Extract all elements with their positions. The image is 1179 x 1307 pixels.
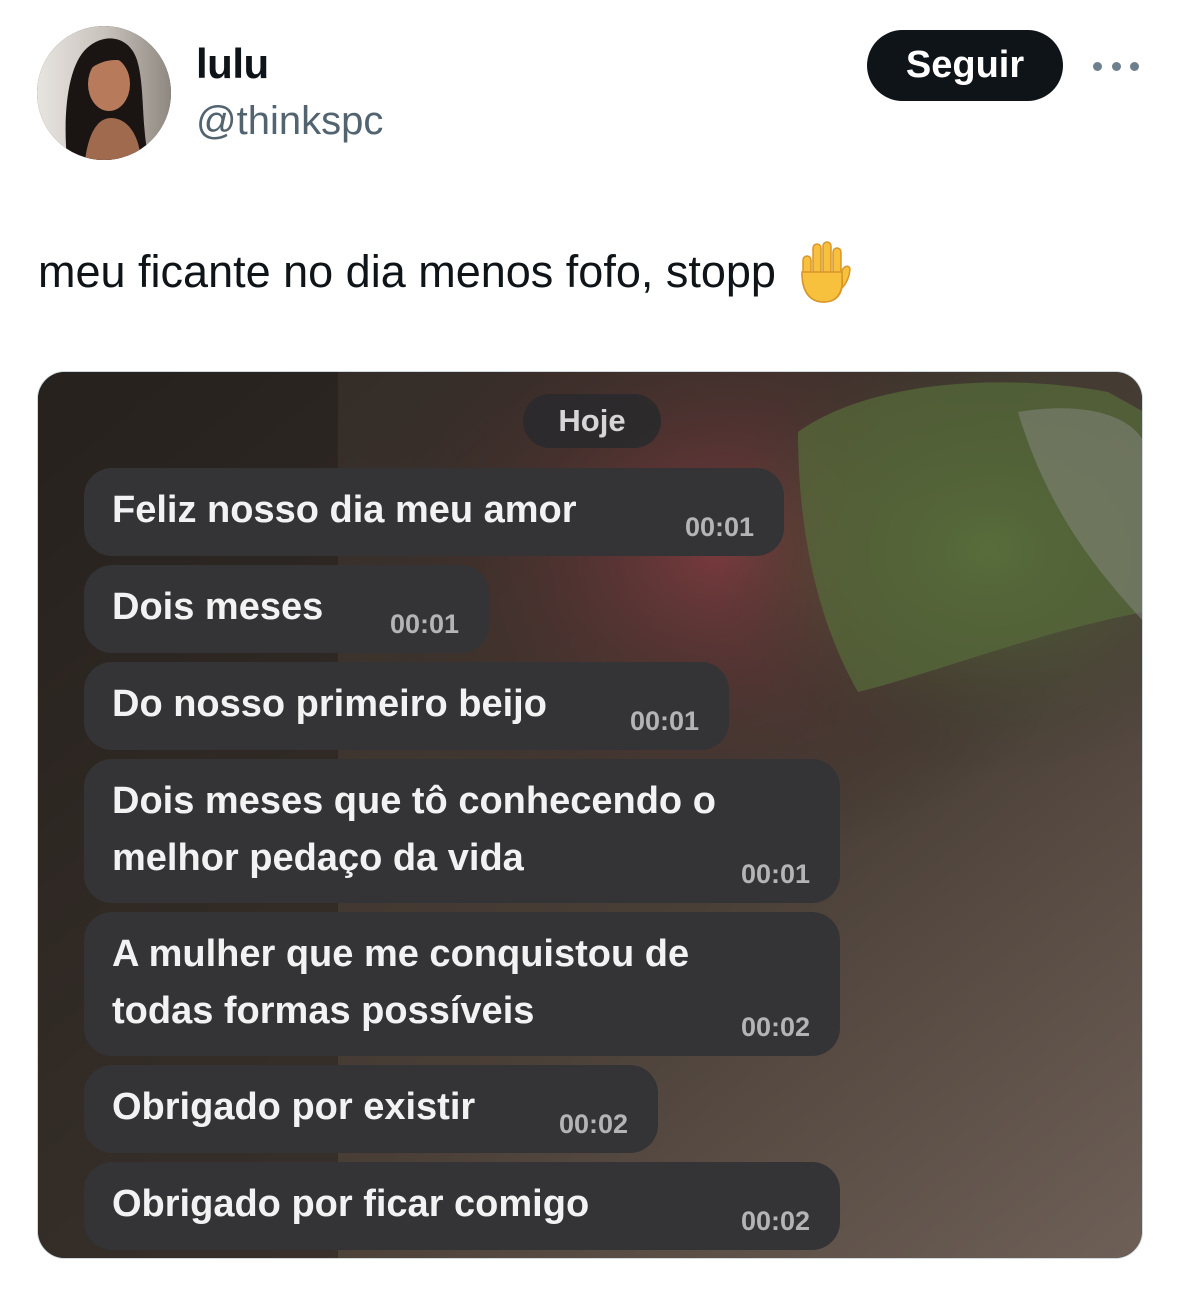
message-bubble[interactable]: Obrigado por existir 00:02: [84, 1065, 658, 1153]
message-bubble[interactable]: Obrigado por ficar comigo 00:02: [84, 1162, 840, 1250]
day-separator-badge: Hoje: [523, 394, 661, 448]
message-timestamp: 00:01: [389, 609, 459, 639]
follow-button[interactable]: Seguir: [867, 30, 1063, 101]
chat-screenshot[interactable]: Hoje Feliz nosso dia meu amor 00:01 Dois…: [37, 371, 1143, 1259]
message-bubble[interactable]: Dois meses 00:01: [84, 565, 489, 653]
tweet-body: meu ficante no dia menos fofo, stopp: [38, 246, 776, 297]
message-timestamp: 00:01: [740, 859, 810, 889]
message-bubble[interactable]: Dois meses que tô conhecendo o melhor pe…: [84, 759, 840, 903]
raised-hand-icon: [801, 241, 851, 303]
display-name[interactable]: lulu: [196, 40, 269, 88]
message-text: Feliz nosso dia meu amor: [112, 489, 577, 531]
message-timestamp: 00:02: [558, 1109, 628, 1139]
more-options-icon[interactable]: [1093, 56, 1139, 76]
avatar[interactable]: [37, 26, 171, 160]
message-text: Obrigado por ficar comigo: [112, 1183, 590, 1225]
user-handle[interactable]: @thinkspc: [196, 99, 383, 144]
message-timestamp: 00:01: [684, 512, 754, 542]
message-timestamp: 00:02: [740, 1206, 810, 1236]
message-bubble[interactable]: A mulher que me conquistou de todas form…: [84, 912, 840, 1056]
message-timestamp: 00:01: [629, 706, 699, 736]
tweet-header: lulu @thinkspc Seguir: [0, 0, 1179, 180]
avatar-photo: [37, 26, 171, 160]
tweet-text: meu ficante no dia menos fofo, stopp: [38, 240, 852, 304]
message-bubble[interactable]: Do nosso primeiro beijo 00:01: [84, 662, 729, 750]
message-text: Dois meses que tô conhecendo o melhor pe…: [112, 780, 716, 879]
message-text: Do nosso primeiro beijo: [112, 683, 547, 725]
message-text: Obrigado por existir: [112, 1086, 476, 1128]
message-timestamp: 00:02: [740, 1012, 810, 1042]
message-bubble[interactable]: Feliz nosso dia meu amor 00:01: [84, 468, 784, 556]
message-text: A mulher que me conquistou de todas form…: [112, 933, 690, 1032]
